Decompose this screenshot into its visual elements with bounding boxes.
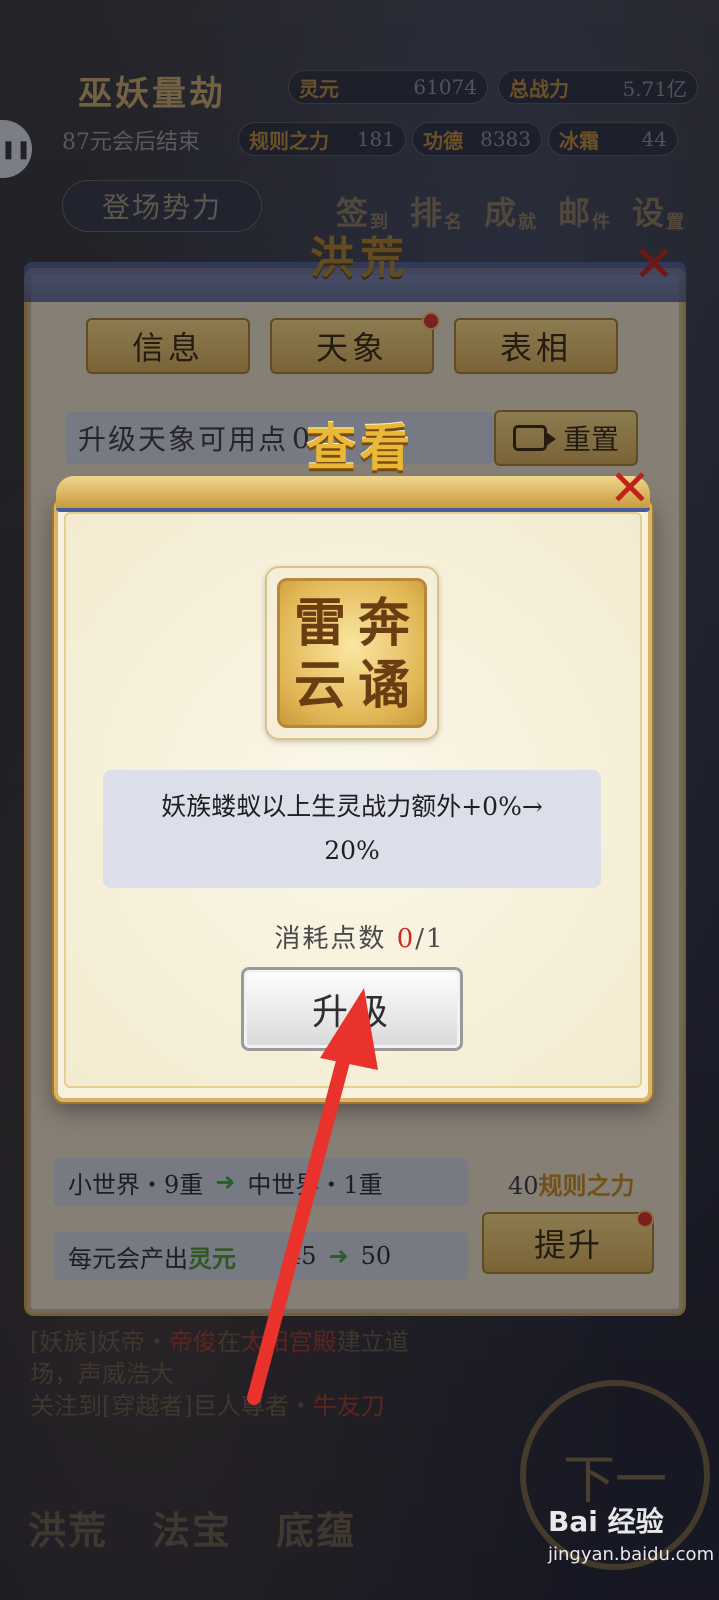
consume-current: 0 [396, 924, 416, 954]
consume-points: 消耗点数 0/1 [0, 918, 719, 955]
seal-char: 奔 [357, 593, 410, 654]
modal-close-icon[interactable]: ✕ [604, 462, 656, 514]
watermark-url: jingyan.baidu.com [548, 1544, 715, 1565]
seal-char: 云 [293, 655, 346, 716]
modal-title: 查看 [306, 418, 414, 477]
seal-char: 谲 [357, 655, 410, 716]
modal-ribbon [56, 476, 650, 512]
consume-total: /1 [415, 924, 445, 954]
effect-description: 妖族蝼蚁以上生灵战力额外+0%→ 20% [103, 770, 601, 888]
seal-char: 雷 [293, 593, 346, 654]
description-line: 妖族蝼蚁以上生灵战力额外+0%→ [161, 792, 543, 821]
description-line: 20% [324, 836, 380, 865]
consume-label: 消耗点数 [274, 924, 387, 954]
celestial-seal: 雷 奔 云 谲 [277, 578, 427, 728]
watermark-brand: Bai 经验 [548, 1505, 664, 1538]
upgrade-button[interactable]: 升级 [241, 967, 463, 1051]
baidu-watermark: Bai 经验 jingyan.baidu.com [548, 1500, 714, 1565]
